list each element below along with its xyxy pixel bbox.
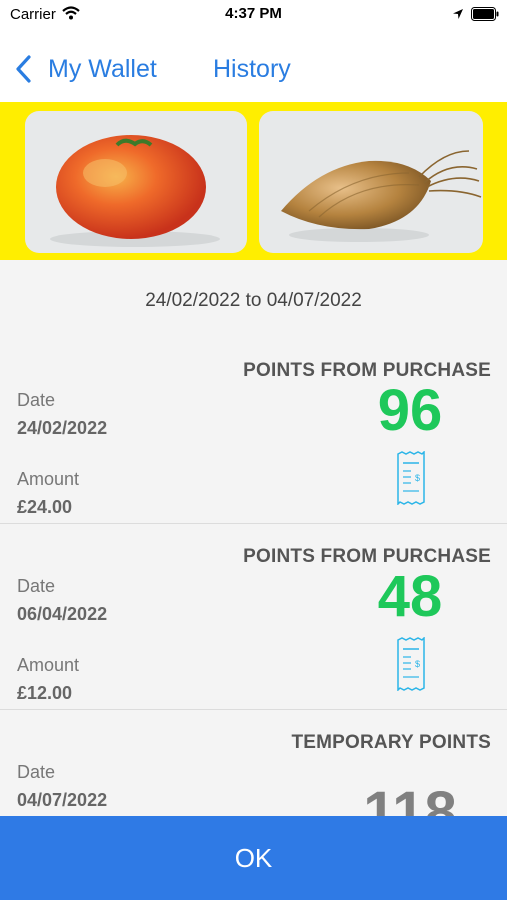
svg-text:$: $ xyxy=(415,659,420,669)
svg-text:$: $ xyxy=(415,473,420,483)
date-label: Date xyxy=(17,576,56,596)
amount-label: Amount xyxy=(17,655,80,675)
date-label: Date xyxy=(17,390,56,410)
date-label: Date xyxy=(17,762,56,782)
back-button-label: My Wallet xyxy=(48,54,157,83)
transaction-type: TEMPORARY POINTS xyxy=(291,732,491,753)
transaction-entry: POINTS FROM PURCHASE Date 24/02/2022 Amo… xyxy=(0,338,507,524)
ok-button[interactable]: OK xyxy=(0,816,507,900)
date-value: 24/02/2022 xyxy=(17,418,108,438)
navigation-bar: My Wallet History xyxy=(0,30,507,102)
receipt-icon[interactable]: $ xyxy=(395,637,427,691)
amount-value: £24.00 xyxy=(17,497,73,517)
transaction-entry: POINTS FROM PURCHASE Date 06/04/2022 Amo… xyxy=(0,524,507,710)
promo-banner xyxy=(0,102,507,260)
back-button[interactable]: My Wallet xyxy=(14,52,157,86)
amount-value: £12.00 xyxy=(17,683,73,703)
battery-icon xyxy=(471,7,499,21)
status-bar: Carrier 4:37 PM xyxy=(0,0,507,30)
amount-label: Amount xyxy=(17,469,80,489)
location-arrow-icon xyxy=(453,9,463,19)
date-range: 24/02/2022 to 04/07/2022 xyxy=(145,290,362,311)
tomato-illustration xyxy=(25,111,247,253)
date-value: 04/07/2022 xyxy=(17,790,108,810)
onion-illustration xyxy=(259,111,483,253)
date-value: 06/04/2022 xyxy=(17,604,108,624)
points-value: 48 xyxy=(377,564,443,629)
transaction-entry: TEMPORARY POINTS Date 04/07/2022 118 xyxy=(0,710,507,816)
chevron-left-icon xyxy=(16,55,31,83)
receipt-icon[interactable]: $ xyxy=(395,451,427,505)
history-content[interactable]: 24/02/2022 to 04/07/2022 POINTS FROM PUR… xyxy=(0,260,507,816)
history-button[interactable]: History xyxy=(213,55,291,84)
ok-button-label: OK xyxy=(234,842,273,873)
clock-time: 4:37 PM xyxy=(225,5,282,22)
points-value: 118 xyxy=(363,780,457,816)
points-value: 96 xyxy=(377,378,443,443)
